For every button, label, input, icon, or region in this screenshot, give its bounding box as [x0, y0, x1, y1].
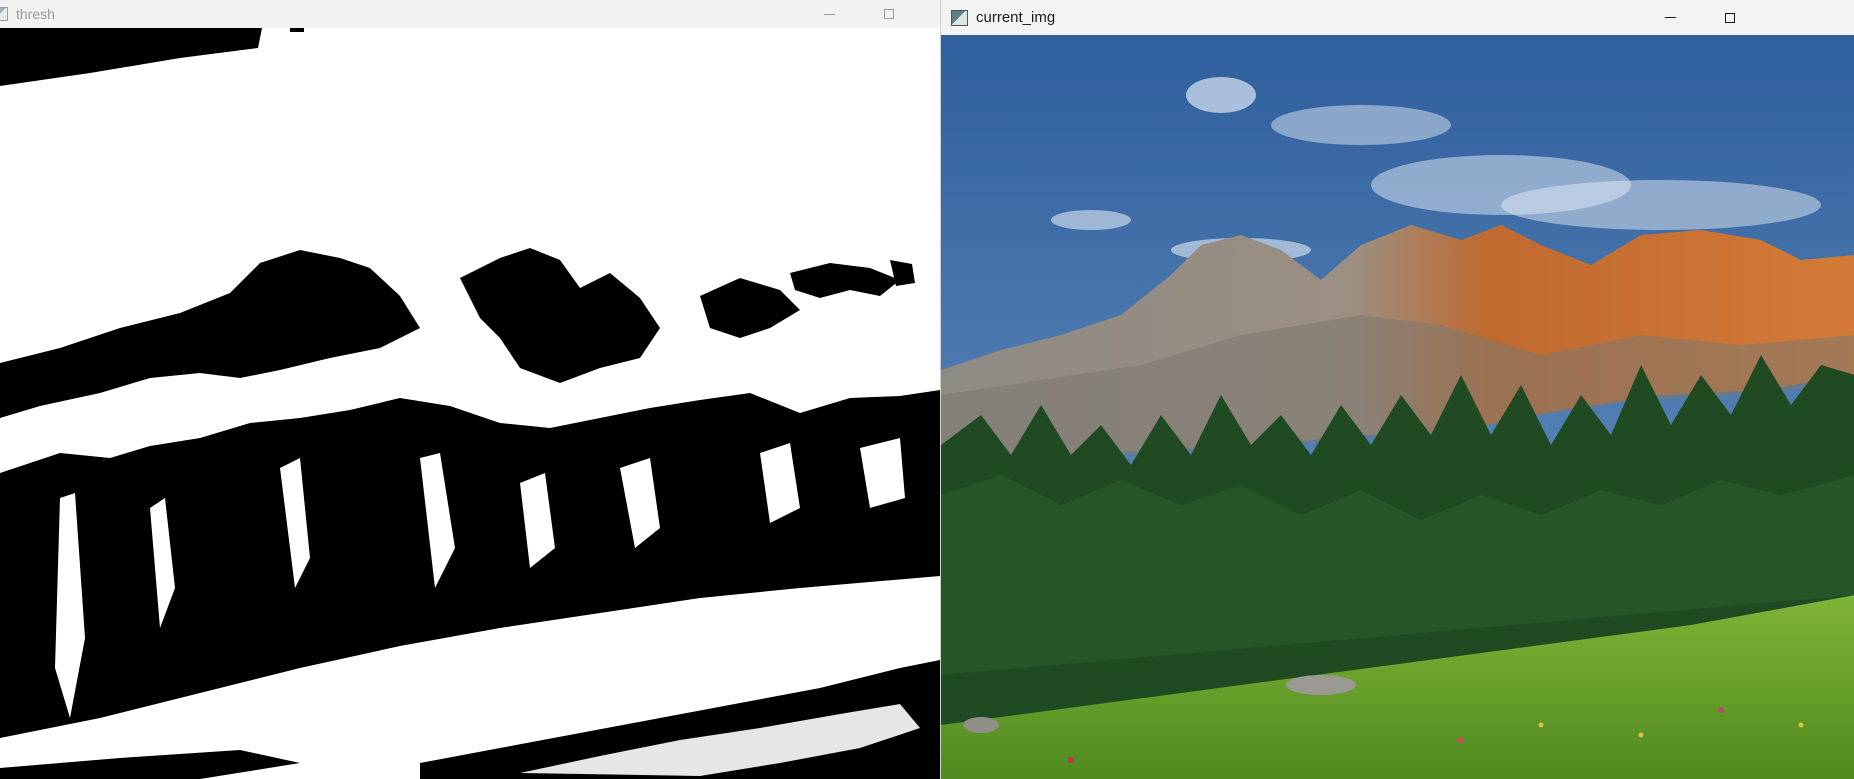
maximize-button[interactable]	[1707, 0, 1753, 35]
thresholded-image	[0, 28, 940, 779]
maximize-icon	[884, 9, 894, 19]
minimize-button[interactable]	[1647, 0, 1693, 35]
opencv-window-icon	[0, 7, 8, 21]
window-title: current_img	[976, 9, 1056, 26]
opencv-window-icon	[951, 9, 968, 26]
minimize-button[interactable]	[806, 0, 852, 28]
landscape-photo	[941, 35, 1854, 779]
current-img-titlebar[interactable]: current_img	[941, 0, 1854, 35]
maximize-icon	[1725, 12, 1735, 23]
thresh-image-canvas[interactable]	[0, 28, 940, 779]
current-img-window[interactable]: current_img	[940, 0, 1854, 779]
window-title: thresh	[16, 6, 55, 22]
thresh-titlebar[interactable]: thresh	[0, 0, 940, 28]
minimize-icon	[823, 13, 835, 15]
maximize-button[interactable]	[866, 0, 912, 28]
current-image-canvas[interactable]	[941, 35, 1854, 779]
minimize-icon	[1664, 17, 1676, 18]
thresh-window[interactable]: thresh	[0, 0, 940, 779]
